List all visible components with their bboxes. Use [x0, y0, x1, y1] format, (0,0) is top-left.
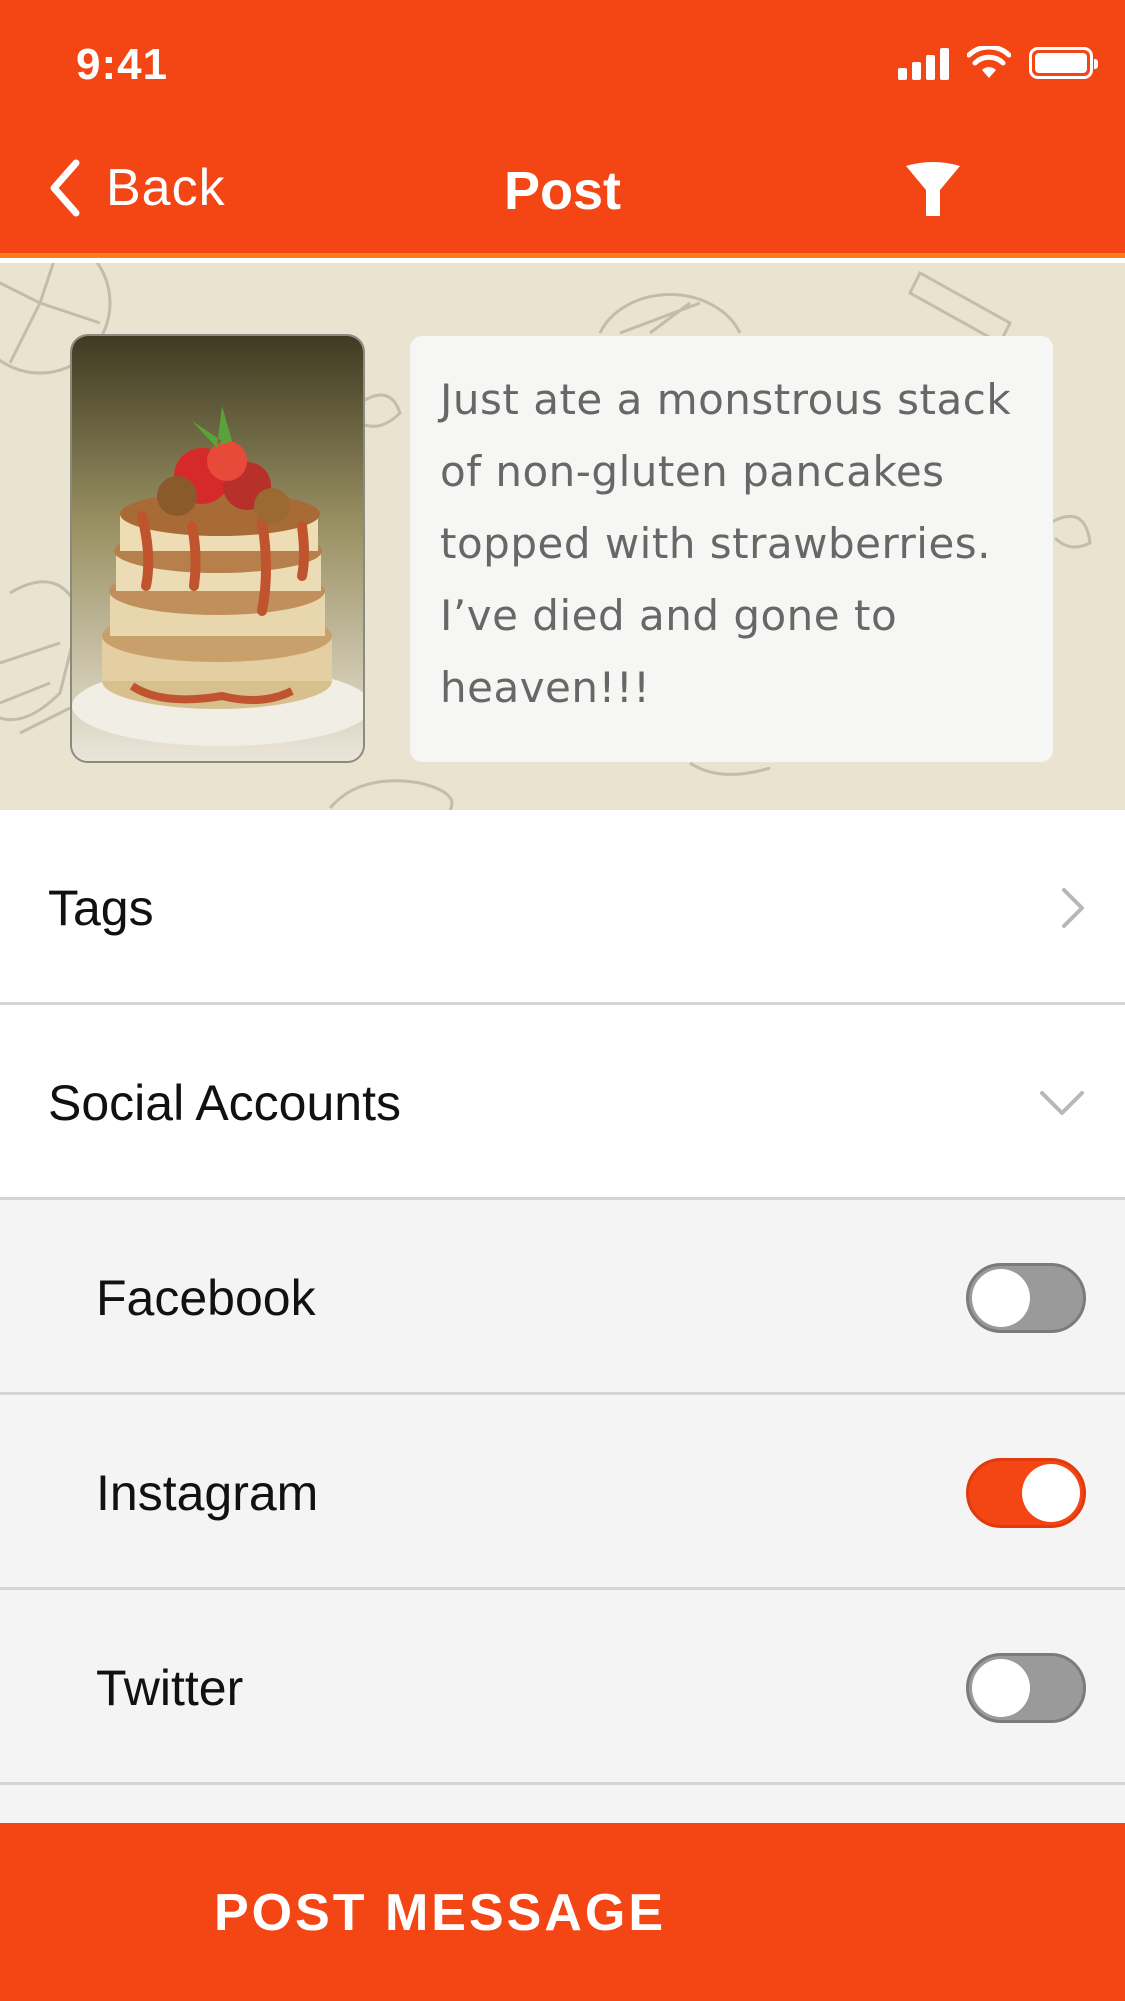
toggle-knob	[972, 1658, 1030, 1717]
facebook-label: Facebook	[96, 1269, 316, 1326]
toggle-knob	[1022, 1463, 1080, 1522]
list-spacer	[0, 1785, 1125, 1823]
pancake-image	[72, 336, 363, 761]
signal-icon	[898, 46, 949, 80]
toggle-knob	[972, 1268, 1030, 1327]
instagram-toggle[interactable]	[966, 1457, 1086, 1528]
chevron-down-icon	[1040, 1090, 1084, 1115]
twitter-label: Twitter	[96, 1659, 244, 1716]
facebook-toggle[interactable]	[966, 1262, 1086, 1333]
caption-box[interactable]: Just ate a monstrous stack of non-gluten…	[410, 336, 1053, 762]
status-icons	[898, 46, 1098, 80]
filter-icon[interactable]	[904, 160, 962, 220]
wifi-icon	[967, 46, 1011, 78]
facebook-row: Facebook	[0, 1200, 1125, 1395]
post-preview: Just ate a monstrous stack of non-gluten…	[0, 263, 1125, 810]
battery-icon	[1029, 47, 1098, 79]
twitter-row: Twitter	[0, 1590, 1125, 1785]
caption-text: Just ate a monstrous stack of non-gluten…	[440, 375, 1012, 712]
header-bar: 9:41 Back Post	[0, 0, 1125, 258]
twitter-toggle[interactable]	[966, 1652, 1086, 1723]
post-message-label: POST MESSAGE	[213, 1884, 667, 1942]
instagram-label: Instagram	[96, 1464, 319, 1521]
social-accounts-label: Social Accounts	[48, 1074, 401, 1131]
status-time: 9:41	[76, 40, 169, 89]
instagram-row: Instagram	[0, 1395, 1125, 1590]
tags-label: Tags	[48, 879, 154, 936]
chevron-right-icon	[1062, 887, 1084, 928]
post-photo[interactable]	[70, 334, 365, 763]
post-message-button[interactable]: POST MESSAGE	[0, 1823, 1125, 2001]
social-accounts-row[interactable]: Social Accounts	[0, 1005, 1125, 1200]
tags-row[interactable]: Tags	[0, 810, 1125, 1005]
